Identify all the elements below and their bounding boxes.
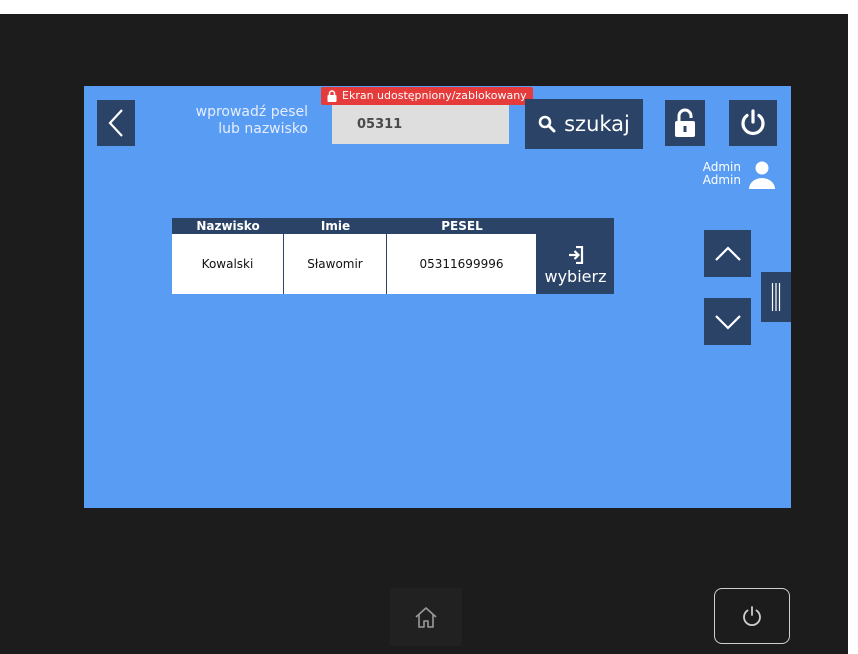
- home-icon: [415, 607, 437, 628]
- back-icon: [108, 109, 123, 137]
- app-screen: wprowadź pesel lub nazwisko Ekran udostę…: [84, 86, 791, 508]
- prompt-line-1: wprowadź pesel: [195, 104, 308, 120]
- screen-locked-badge: Ekran udostępniony/zablokowany: [321, 87, 533, 105]
- chevron-down-icon: [714, 314, 741, 330]
- chevron-up-icon: [714, 245, 741, 261]
- device-power-button[interactable]: [714, 588, 790, 644]
- user-last-name: Admin: [702, 173, 741, 187]
- cell-surname: Kowalski: [172, 234, 284, 294]
- select-patient-button[interactable]: wybierz: [537, 218, 614, 294]
- column-header-name: Imie: [284, 218, 387, 234]
- search-icon: [538, 115, 556, 133]
- home-button[interactable]: [390, 588, 462, 646]
- results-table: Nazwisko Imie PESEL Kowalski Sławomir 05…: [172, 218, 614, 294]
- user-icon: [749, 161, 775, 189]
- search-input[interactable]: [332, 104, 509, 144]
- grip-icon: [771, 283, 781, 311]
- search-prompt: wprowadź pesel lub nazwisko: [158, 104, 308, 138]
- select-button-label: wybierz: [544, 267, 607, 286]
- prompt-line-2: lub nazwisko: [218, 121, 308, 137]
- top-bezel: [0, 0, 858, 14]
- unlock-icon: [675, 108, 695, 137]
- side-panel-handle[interactable]: [761, 272, 791, 322]
- search-button[interactable]: szukaj: [525, 99, 643, 149]
- locked-badge-text: Ekran udostępniony/zablokowany: [342, 89, 527, 102]
- unlock-button[interactable]: [665, 100, 705, 146]
- column-header-pesel: PESEL: [387, 218, 537, 234]
- user-name: Admin Admin: [696, 161, 741, 187]
- scroll-down-button[interactable]: [704, 298, 751, 345]
- logout-button[interactable]: [729, 100, 777, 146]
- search-button-label: szukaj: [564, 112, 630, 136]
- power-icon: [743, 606, 761, 627]
- column-header-surname: Nazwisko: [172, 218, 284, 234]
- cell-pesel: 05311699996: [387, 234, 537, 294]
- current-user: Admin Admin: [696, 158, 781, 196]
- power-icon: [741, 109, 765, 136]
- right-bezel: [848, 0, 858, 654]
- cell-name: Sławomir: [284, 234, 387, 294]
- scroll-up-button[interactable]: [704, 230, 751, 277]
- back-button[interactable]: [97, 100, 135, 146]
- login-icon: [568, 246, 583, 264]
- lock-icon: [327, 90, 337, 102]
